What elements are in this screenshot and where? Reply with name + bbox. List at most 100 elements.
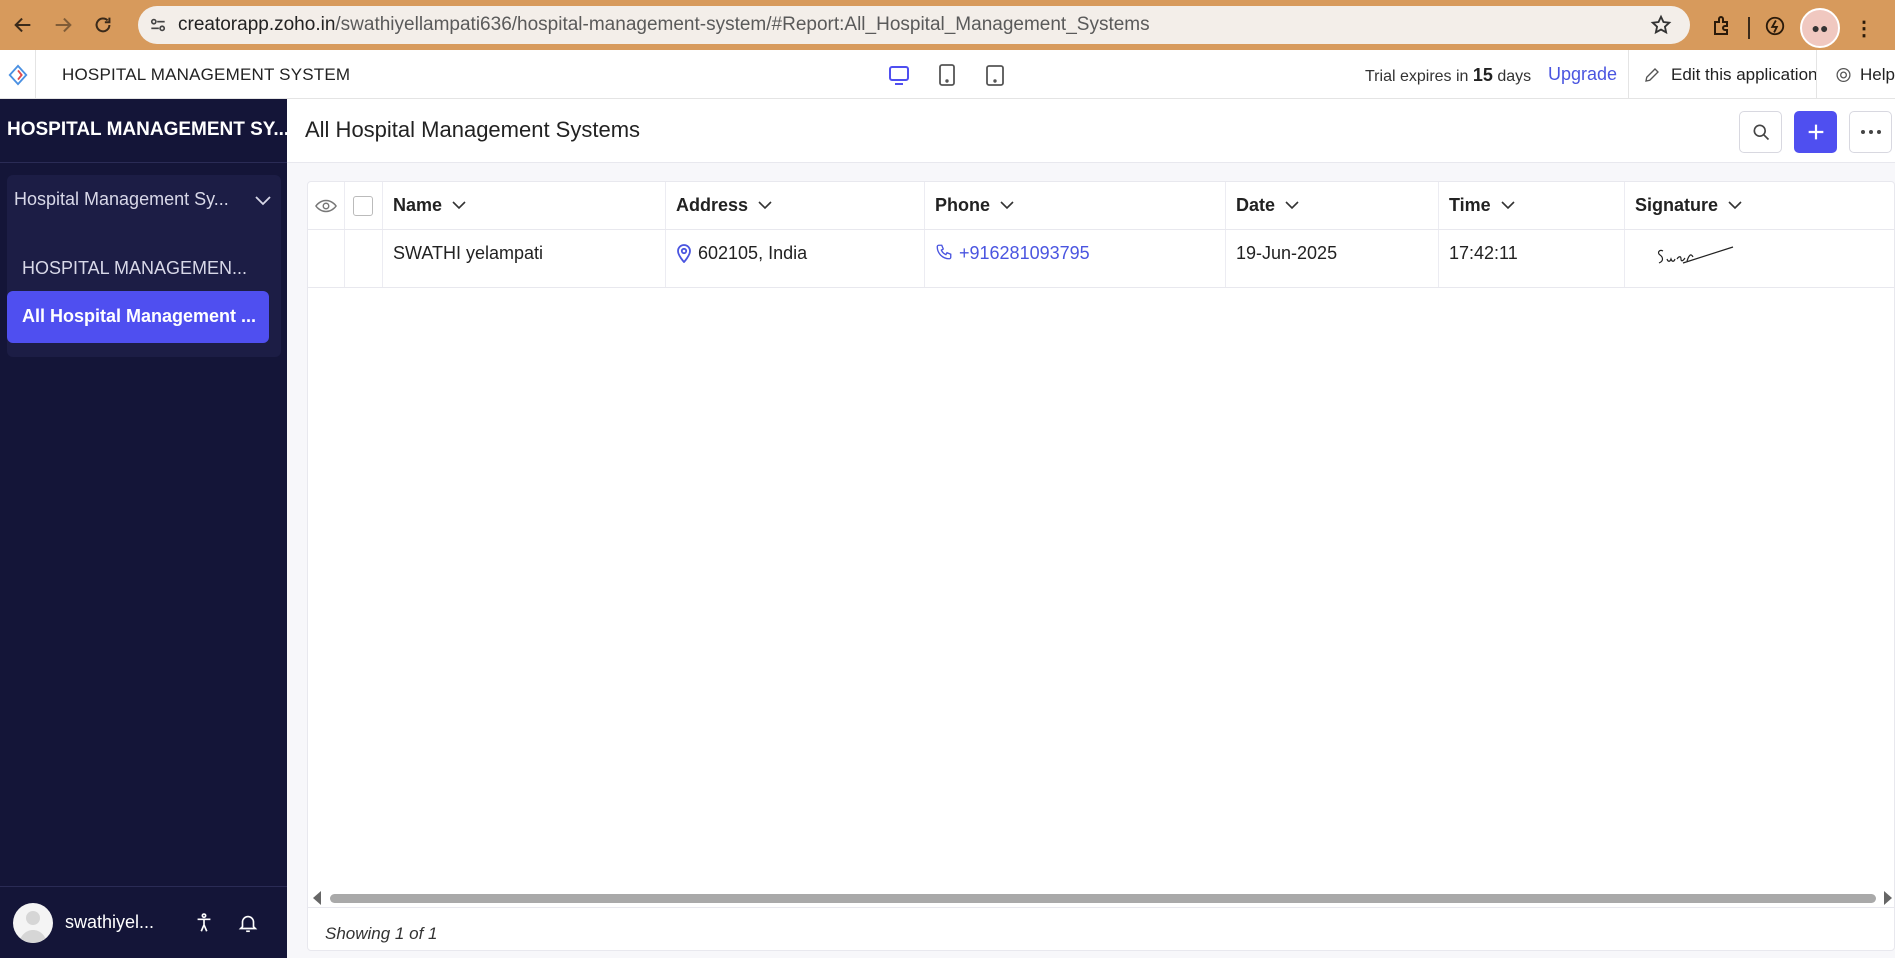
back-button[interactable] — [6, 8, 40, 42]
view-column-header[interactable] — [308, 182, 345, 229]
mobile-icon[interactable] — [982, 62, 1008, 88]
column-header-phone[interactable]: Phone — [925, 182, 1226, 229]
chevron-down-icon — [1000, 201, 1014, 210]
cell-date: 19-Jun-2025 — [1226, 230, 1439, 287]
sidebar-section-header[interactable]: Hospital Management Sy... — [14, 189, 272, 210]
scroll-right-icon[interactable] — [1884, 891, 1892, 905]
upgrade-link[interactable]: Upgrade — [1548, 64, 1617, 85]
forward-button[interactable] — [46, 8, 80, 42]
app-logo-icon[interactable] — [0, 50, 36, 99]
column-header-label: Date — [1236, 195, 1276, 215]
main-content: All Hospital Management Systems Name Add… — [287, 99, 1895, 958]
sidebar-item-label: HOSPITAL MANAGEMEN... — [22, 258, 248, 278]
cell-phone[interactable]: +916281093795 — [925, 230, 1226, 287]
sidebar-item-label: All Hospital Management ... — [22, 306, 257, 326]
extension-area: ●● ⋮ — [1710, 8, 1874, 48]
column-header-label: Name — [393, 195, 443, 215]
eye-icon — [315, 199, 337, 212]
search-icon — [1753, 124, 1769, 141]
report-header: All Hospital Management Systems — [287, 99, 1895, 163]
location-pin-icon — [676, 243, 692, 263]
tablet-icon[interactable] — [934, 62, 960, 88]
page-title: All Hospital Management Systems — [305, 117, 641, 142]
toolbar-divider — [1748, 17, 1750, 39]
horizontal-scrollbar[interactable] — [308, 886, 1894, 908]
reload-icon — [95, 17, 111, 33]
column-header-label: Time — [1449, 195, 1491, 215]
menu-icon[interactable]: ⋮ — [1854, 16, 1874, 41]
scrollbar-thumb[interactable] — [330, 894, 1876, 903]
url-host: creatorapp.zoho.in — [178, 14, 336, 35]
user-name[interactable]: swathiyel... — [65, 912, 175, 933]
record-count: Showing 1 of 1 — [325, 924, 438, 943]
app-title: HOSPITAL MANAGEMENT SYSTEM — [62, 65, 351, 84]
trial-suffix: days — [1497, 68, 1532, 85]
forward-icon — [55, 17, 72, 33]
chevron-down-icon — [758, 201, 772, 210]
cell-address: 602105, India — [666, 230, 925, 287]
help-button[interactable]: Help — [1816, 50, 1895, 99]
plus-icon — [1808, 124, 1823, 140]
cell-time: 17:42:11 — [1439, 230, 1625, 287]
chevron-down-icon — [1728, 201, 1742, 210]
performance-icon[interactable] — [1764, 15, 1786, 42]
scroll-left-icon[interactable] — [313, 891, 321, 905]
phone-icon — [935, 243, 953, 261]
sidebar-footer: swathiyel... — [0, 886, 287, 958]
more-options-button[interactable] — [1849, 111, 1892, 153]
edit-application-label: Edit this application — [1671, 64, 1818, 84]
site-settings-icon[interactable] — [138, 6, 178, 44]
avatar[interactable] — [13, 902, 53, 943]
more-icon — [1860, 130, 1881, 134]
column-header-label: Address — [676, 195, 749, 215]
column-header-signature[interactable]: Signature — [1625, 182, 1894, 229]
desktop-icon[interactable] — [886, 62, 912, 88]
app-header: HOSPITAL MANAGEMENT SYSTEM Trial expires… — [0, 50, 1895, 99]
signature-image — [1657, 246, 1734, 264]
sidebar-item-form[interactable]: HOSPITAL MANAGEMEN... — [7, 243, 269, 295]
bell-icon[interactable] — [233, 908, 263, 938]
add-record-button[interactable] — [1794, 111, 1837, 153]
select-all-checkbox[interactable] — [345, 182, 383, 229]
trial-prefix: Trial expires in — [1365, 68, 1469, 85]
column-header-time[interactable]: Time — [1439, 182, 1625, 229]
profile-icon[interactable]: ●● — [1800, 8, 1840, 48]
checkbox-icon — [353, 195, 373, 216]
pencil-icon — [1645, 67, 1659, 82]
url-path: /swathiyellampati636/hospital-management… — [335, 14, 1150, 35]
report-grid: Name Address Phone Date Time Signature S… — [307, 181, 1895, 951]
help-label: Help — [1860, 64, 1895, 84]
avatar-icon — [19, 910, 47, 943]
row-view-cell[interactable] — [308, 230, 345, 287]
search-button[interactable] — [1739, 111, 1782, 153]
accessibility-icon[interactable] — [189, 908, 219, 938]
sidebar: HOSPITAL MANAGEMENT SY... Hospital Manag… — [0, 99, 287, 958]
column-header-label: Signature — [1635, 195, 1719, 215]
sidebar-item-report[interactable]: All Hospital Management ... — [7, 291, 269, 343]
address-bar[interactable]: creatorapp.zoho.in/swathiyellampati636/h… — [138, 6, 1690, 44]
sidebar-app-title: HOSPITAL MANAGEMENT SY... — [0, 99, 287, 163]
cell-signature[interactable] — [1625, 230, 1894, 287]
column-header-label: Phone — [935, 195, 991, 215]
reload-button[interactable] — [86, 8, 120, 42]
column-header-address[interactable]: Address — [666, 182, 925, 229]
chevron-down-icon — [1501, 201, 1515, 210]
edit-application-button[interactable]: Edit this application — [1628, 50, 1817, 99]
sidebar-section-label: Hospital Management Sy... — [14, 189, 229, 209]
star-icon[interactable] — [1650, 14, 1672, 41]
table-row[interactable]: SWATHI yelampati 602105, India +91628109… — [308, 230, 1894, 288]
url-text: creatorapp.zoho.in/swathiyellampati636/h… — [178, 14, 1150, 36]
trial-notice: Trial expires in 15 days — [1365, 65, 1531, 86]
grid-header-row: Name Address Phone Date Time Signature — [308, 182, 1894, 230]
column-header-date[interactable]: Date — [1226, 182, 1439, 229]
help-icon — [1836, 67, 1851, 82]
row-checkbox-cell[interactable] — [345, 230, 383, 287]
cell-name: SWATHI yelampati — [383, 230, 666, 287]
chevron-down-icon — [452, 201, 466, 210]
chevron-down-icon — [1285, 201, 1299, 210]
address-value: 602105, India — [698, 243, 808, 263]
phone-link[interactable]: +916281093795 — [959, 243, 1090, 264]
column-header-name[interactable]: Name — [383, 182, 666, 229]
browser-toolbar: creatorapp.zoho.in/swathiyellampati636/h… — [0, 0, 1895, 50]
extensions-icon[interactable] — [1710, 14, 1734, 43]
